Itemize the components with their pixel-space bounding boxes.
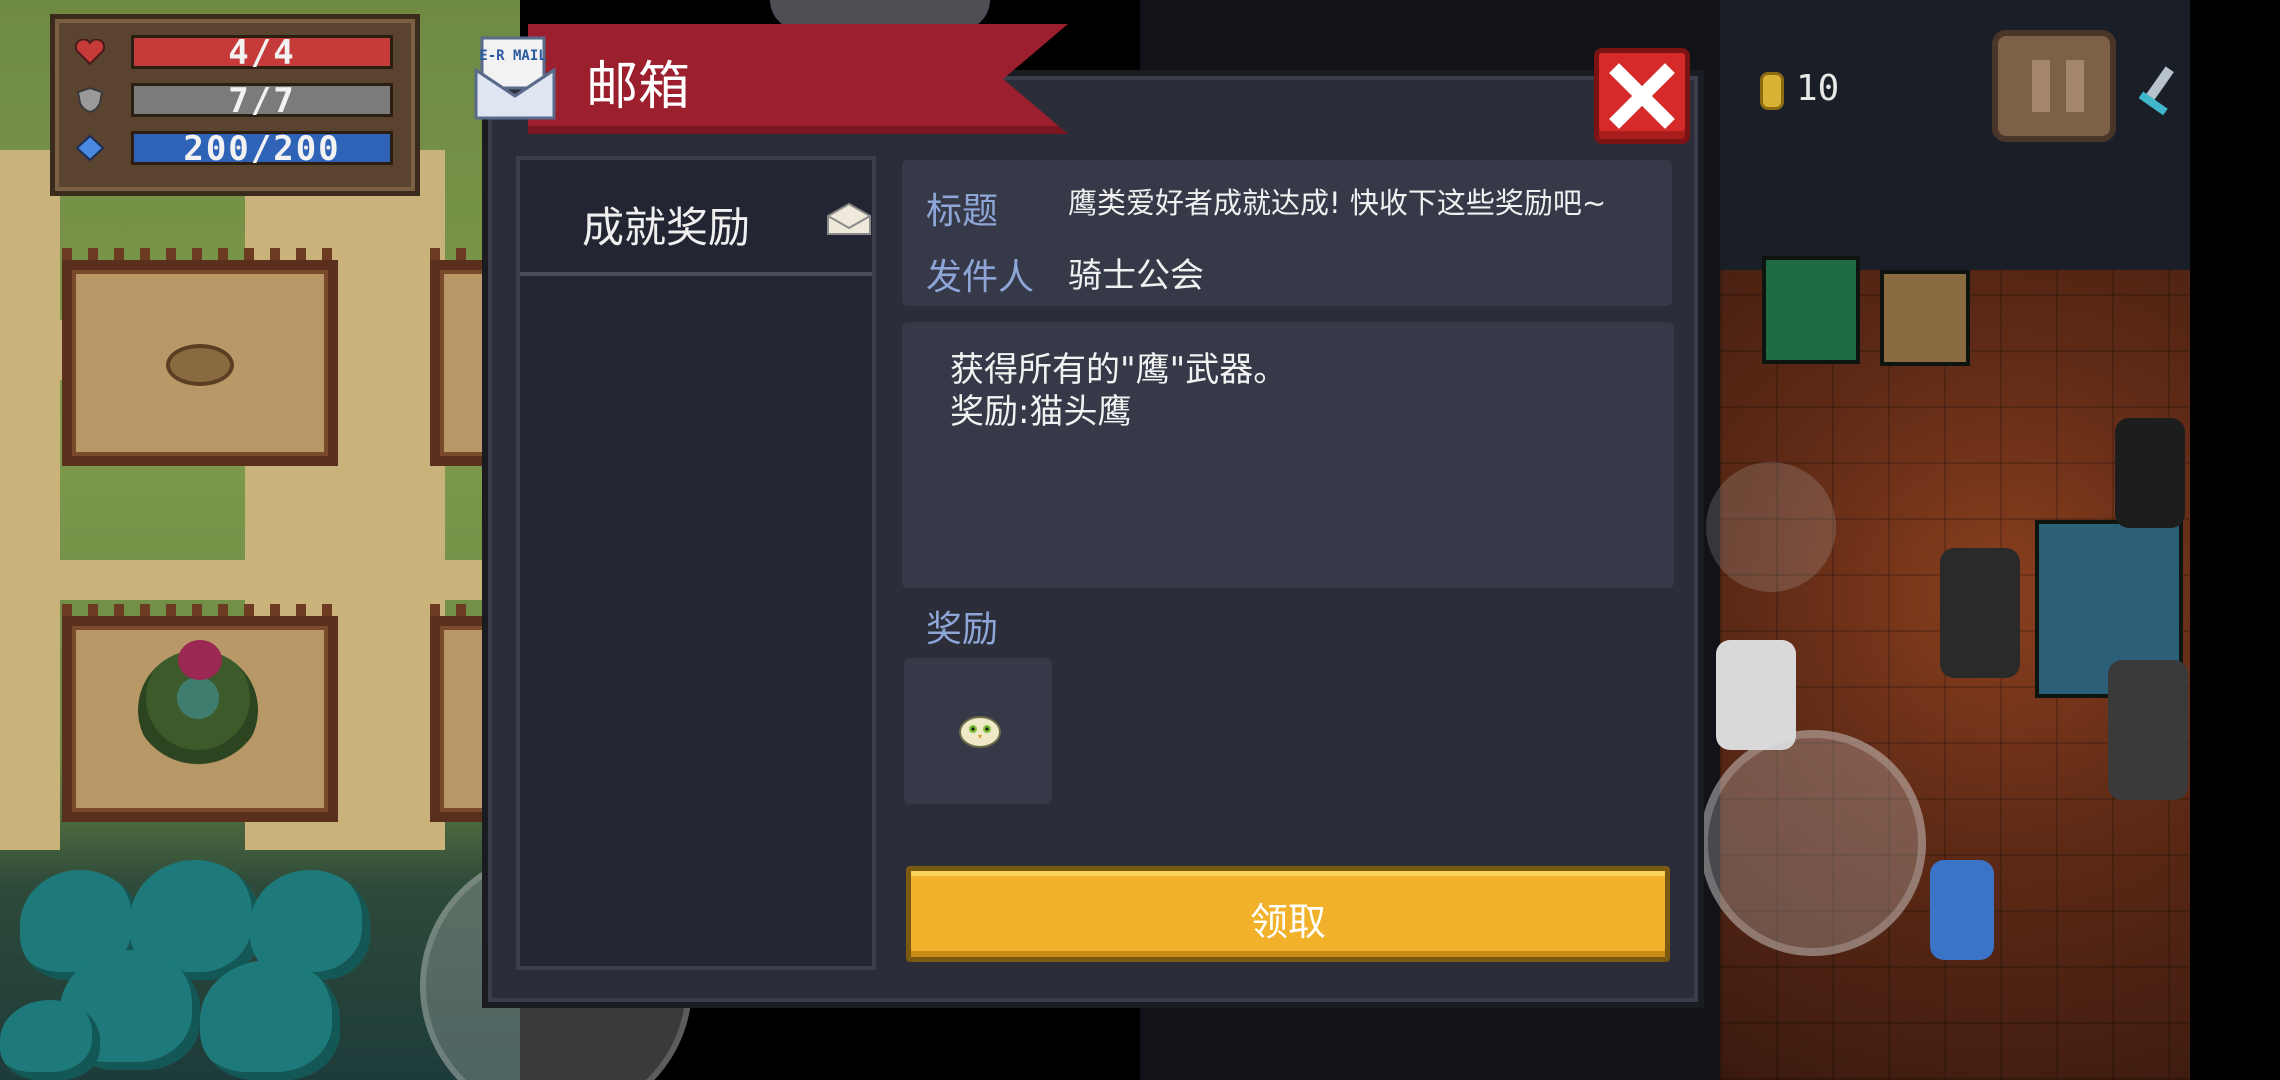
mail-icon-text: E-R MAIL (479, 48, 546, 64)
energy-bar: 200/200 (131, 131, 393, 166)
green-chest (1762, 256, 1860, 364)
energy-row: 200/200 (69, 129, 399, 167)
heart-icon (75, 39, 105, 65)
pause-button[interactable] (1992, 30, 2116, 142)
pause-icon (2032, 60, 2050, 112)
diamond-icon (75, 135, 105, 161)
npc-character[interactable] (1940, 548, 2020, 678)
npc-character[interactable] (2108, 660, 2188, 800)
claim-button-label: 领取 (1249, 900, 1326, 944)
weapon-switch-button[interactable] (1706, 462, 1836, 592)
mail-list-item-label: 成就奖励 (582, 203, 751, 252)
claim-button[interactable]: 领取 (906, 866, 1670, 962)
garden-plot (62, 604, 338, 822)
status-panel: 4/4 7/7 200/200 (50, 14, 420, 196)
tree (200, 960, 340, 1080)
sender-label: 发件人 (926, 257, 1035, 298)
tree (0, 1000, 100, 1080)
sword-icon[interactable] (2124, 60, 2184, 130)
npc-character[interactable] (1930, 860, 1994, 960)
subject-value: 鹰类爱好者成就达成! 快收下这些奖励吧~ (1068, 186, 1607, 220)
mail-list: 成就奖励 (516, 156, 876, 970)
close-button[interactable] (1594, 48, 1690, 144)
npc-character[interactable] (2115, 418, 2185, 528)
health-row: 4/4 (69, 33, 399, 71)
sender-value: 骑士公会 (1068, 256, 1204, 296)
mailbox-title: 邮箱 (586, 57, 691, 117)
mail-icon: E-R MAIL (474, 36, 556, 120)
envelope-icon (827, 202, 871, 235)
coin-icon (1760, 72, 1784, 110)
garden-plot (62, 248, 338, 466)
mail-header: 标题 鹰类爱好者成就达成! 快收下这些奖励吧~ 发件人 骑士公会 (902, 160, 1672, 306)
pause-icon (2066, 60, 2084, 112)
room-wall (1720, 0, 2190, 276)
wooden-chest (1880, 270, 1970, 366)
mail-body-line: 奖励:猫头鹰 (950, 392, 1132, 432)
dirt-mound (166, 344, 234, 386)
owl-icon (959, 716, 1001, 748)
shield-icon (76, 87, 104, 113)
skill-button[interactable] (1700, 730, 1926, 956)
subject-label: 标题 (926, 191, 999, 232)
health-bar: 4/4 (131, 35, 393, 70)
screen-edge (2190, 0, 2280, 1080)
mail-body: 获得所有的"鹰"武器。 奖励:猫头鹰 (902, 322, 1674, 588)
close-icon (1609, 63, 1675, 129)
armor-row: 7/7 (69, 81, 399, 119)
armor-bar: 7/7 (131, 83, 393, 118)
plant-sprite (138, 640, 258, 770)
garden-path (0, 150, 60, 850)
mail-list-item[interactable]: 成就奖励 (520, 160, 872, 276)
coin-count: 10 (1796, 68, 1840, 109)
reward-slot[interactable] (904, 658, 1052, 804)
reward-label: 奖励 (926, 609, 999, 650)
